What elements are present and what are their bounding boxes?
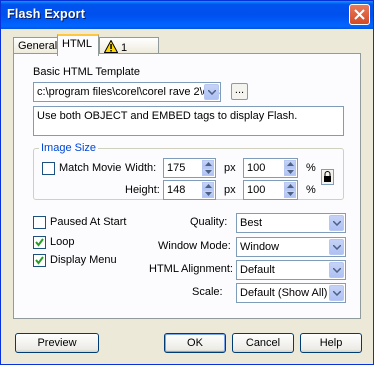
paused-at-start-label: Paused At Start [50, 216, 127, 228]
lock-aspect-button[interactable] [321, 169, 334, 185]
help-button[interactable]: Help [300, 333, 362, 353]
paused-at-start-checkbox[interactable] [33, 216, 46, 229]
width-decrement-button[interactable] [202, 168, 214, 176]
check-icon [35, 256, 44, 265]
preview-button-label: Preview [37, 337, 77, 349]
height-value: 148 [167, 184, 186, 196]
height-percent-increment-button[interactable] [284, 182, 296, 190]
template-description: Use both OBJECT and EMBED tags to displa… [33, 106, 344, 136]
match-movie-checkbox[interactable] [42, 162, 55, 175]
window-mode-label: Window Mode: [158, 240, 231, 252]
help-button-label: Help [319, 337, 343, 349]
height-decrement-button[interactable] [202, 190, 214, 198]
ok-button-label: OK [187, 337, 203, 349]
width-increment-button[interactable] [202, 160, 214, 168]
quality-value: Best [240, 217, 263, 229]
quality-label: Quality: [190, 216, 228, 228]
arrow-up-icon [205, 184, 212, 188]
width-percent-spinbox[interactable]: 100 [243, 158, 298, 178]
close-button[interactable] [349, 4, 370, 25]
display-menu-checkbox[interactable] [33, 254, 46, 267]
arrow-down-icon [287, 192, 294, 196]
height-spinbox[interactable]: 148 [163, 180, 216, 200]
browse-template-button[interactable]: ... [231, 83, 248, 100]
width-unit-label: px [224, 162, 236, 174]
height-label: Height: [125, 184, 160, 196]
scale-label: Scale: [192, 286, 223, 298]
width-percent-decrement-button[interactable] [284, 168, 296, 176]
ok-button[interactable]: OK [164, 333, 226, 353]
browse-template-label: ... [234, 84, 245, 96]
basic-template-value: c:\program files\corel\corel rave 2\cus.… [37, 86, 221, 98]
window-title: Flash Export [7, 7, 86, 21]
image-size-legend: Image Size [39, 142, 99, 154]
chevron-down-icon[interactable] [204, 84, 219, 100]
tab-html-label: HTML [62, 38, 92, 50]
template-description-text: Use both OBJECT and EMBED tags to displa… [37, 110, 298, 122]
scale-select[interactable]: Default (Show All) [236, 283, 346, 303]
height-increment-button[interactable] [202, 182, 214, 190]
height-percent-unit-label: % [306, 184, 316, 196]
width-spinbox[interactable]: 175 [163, 158, 216, 178]
arrow-down-icon [205, 170, 212, 174]
chevron-down-icon[interactable] [329, 285, 344, 301]
html-alignment-select[interactable]: Default [236, 260, 346, 280]
loop-checkbox[interactable] [33, 236, 46, 249]
window-mode-value: Window [240, 241, 280, 253]
check-icon [35, 238, 44, 247]
tab-html[interactable]: HTML [57, 34, 99, 56]
loop-label: Loop [50, 236, 75, 248]
title-bar[interactable]: Flash Export [1, 1, 373, 29]
height-percent-spinbox[interactable]: 100 [243, 180, 298, 200]
chevron-down-icon[interactable] [329, 262, 344, 278]
display-menu-label: Display Menu [50, 254, 117, 266]
preview-button[interactable]: Preview [15, 333, 99, 353]
cancel-button[interactable]: Cancel [232, 333, 294, 353]
quality-select[interactable]: Best [236, 213, 346, 233]
width-percent-value: 100 [247, 162, 266, 174]
arrow-down-icon [287, 170, 294, 174]
height-unit-label: px [224, 184, 236, 196]
match-movie-label: Match Movie [59, 162, 122, 174]
close-icon [354, 9, 365, 20]
html-alignment-value: Default [240, 264, 275, 276]
lock-icon [324, 171, 331, 182]
arrow-down-icon [205, 192, 212, 196]
html-alignment-label: HTML Alignment: [149, 263, 233, 275]
arrow-up-icon [287, 162, 294, 166]
width-label: Width: [125, 162, 157, 174]
width-percent-unit-label: % [306, 162, 316, 174]
chevron-down-icon[interactable] [329, 215, 344, 231]
tab-general-label: General [18, 40, 58, 52]
height-percent-value: 100 [247, 184, 266, 196]
basic-template-select[interactable]: c:\program files\corel\corel rave 2\cus.… [33, 82, 221, 102]
width-value: 175 [167, 162, 186, 174]
chevron-down-icon[interactable] [329, 239, 344, 255]
basic-template-label: Basic HTML Template [33, 66, 140, 78]
window-mode-select[interactable]: Window [236, 237, 346, 257]
arrow-up-icon [287, 184, 294, 188]
arrow-up-icon [205, 162, 212, 166]
html-tab-panel: Basic HTML Template c:\program files\cor… [13, 53, 361, 319]
height-percent-decrement-button[interactable] [284, 190, 296, 198]
cancel-button-label: Cancel [245, 337, 281, 349]
flash-export-dialog: Flash Export General HTML 1 Issue Basic … [0, 0, 374, 365]
scale-value: Default (Show All) [240, 287, 328, 299]
width-percent-increment-button[interactable] [284, 160, 296, 168]
